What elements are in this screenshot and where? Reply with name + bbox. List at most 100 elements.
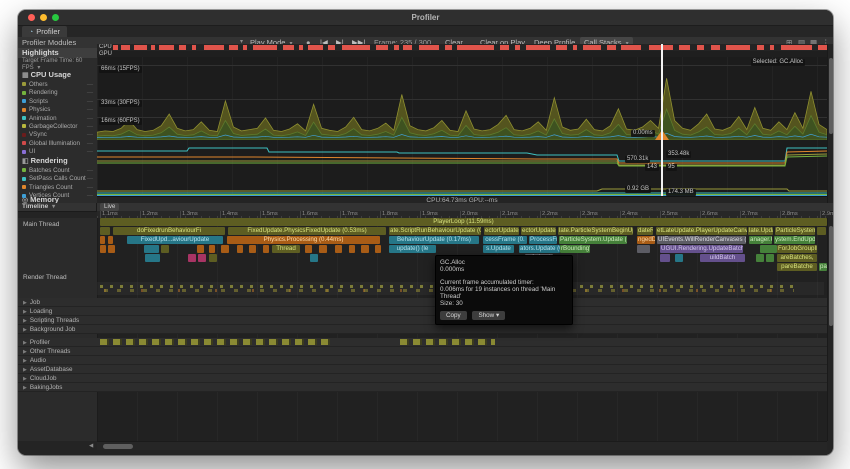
thread-group-background-job[interactable]: ▶Background Job (18, 325, 827, 334)
highlight-segment[interactable] (573, 45, 577, 50)
timeline-sample-ugui-rendering-updatebatches-0-21ms[interactable]: UGUI.Rendering.UpdateBatches (0.21ms) (660, 245, 743, 253)
timeline-hscrollbar[interactable]: ◀ (97, 441, 827, 450)
highlight-segment[interactable] (328, 45, 335, 50)
highlight-segment[interactable] (770, 45, 774, 50)
legend-item-ui[interactable]: UI— (22, 148, 95, 156)
timeline-sample[interactable] (766, 254, 774, 262)
highlight-segment[interactable] (299, 45, 303, 50)
timeline-sample-particlesystem-update-0-16ms[interactable]: ParticleSystem.Update (0.16ms) (559, 236, 627, 244)
highlight-segment[interactable] (394, 45, 399, 50)
timeline-sample-etlateupdate-playerupdatecanvases-0-22m[interactable]: etLateUpdate.PlayerUpdateCanvases (0.22m (656, 227, 747, 235)
timeline-sample-ystem-endupdateall[interactable]: ystem.EndUpdateAll (774, 236, 815, 244)
highlight-segment[interactable] (818, 45, 827, 50)
legend-item-batches-count[interactable]: Batches Count— (22, 167, 95, 175)
timeline-sample[interactable] (108, 236, 113, 244)
scroll-left-arrow[interactable]: ◀ (89, 442, 93, 450)
tab-profiler[interactable]: ◔Profiler (22, 26, 67, 37)
timeline-sample-parebatche[interactable]: pareBatche (777, 263, 817, 271)
legend-toggle[interactable]: — (87, 81, 93, 89)
timeline-sample[interactable] (675, 254, 683, 262)
timeline-sample[interactable] (249, 245, 256, 253)
profiler-modules-dropdown[interactable]: Profiler Modules▾ (22, 37, 76, 48)
timeline-sample-uildbatch[interactable]: uildBatch (700, 254, 745, 262)
timeline-sample[interactable] (660, 254, 670, 262)
highlight-segment[interactable] (583, 45, 601, 50)
cpu-usage-chart[interactable]: 66ms (15FPS) 33ms (30FPS) 16ms (60FPS) S… (97, 57, 827, 141)
highlight-segment[interactable] (283, 45, 294, 50)
legend-toggle[interactable]: — (87, 115, 93, 123)
highlight-segment[interactable] (159, 45, 174, 50)
timeline-scrollbar[interactable] (827, 218, 833, 441)
timeline-sample-rboundingvo[interactable]: rBoundingVo (560, 245, 590, 253)
legend-toggle[interactable]: — (87, 175, 93, 183)
timeline-sample-fixedupdate-physicsfixedupdate-0-53ms[interactable]: FixedUpdate.PhysicsFixedUpdate (0.53ms) (228, 227, 386, 235)
timeline-sample[interactable] (198, 254, 206, 262)
timeline-sample[interactable] (209, 254, 217, 262)
timeline-scrollbar-thumb[interactable] (829, 226, 833, 326)
timeline-sample[interactable] (100, 227, 110, 235)
highlight-segment[interactable] (697, 45, 704, 50)
timeline-sample-late-particlesystembeginupdate[interactable]: late.ParticleSystemBeginUpdate. (558, 227, 633, 235)
module-cpu-usage[interactable]: ▦CPU Usage (18, 70, 101, 79)
timeline-sample-behaviourupdate-0-17ms[interactable]: BehaviourUpdate (0.17ms) (389, 236, 479, 244)
legend-item-triangles-count[interactable]: Triangles Count— (22, 184, 95, 192)
copy-button[interactable]: Copy (440, 311, 467, 320)
legend-toggle[interactable]: — (87, 89, 93, 97)
timeline-sample[interactable] (319, 245, 327, 253)
highlight-segment[interactable] (308, 45, 323, 50)
timeline-sample[interactable] (221, 245, 229, 253)
timeline-sample-ectorupdateanim[interactable]: ectorUpdateAnim (521, 227, 556, 235)
timeline-sample[interactable] (209, 245, 215, 253)
thread-group-other-threads[interactable]: ▶Other Threads (18, 347, 827, 356)
timeline-sample[interactable] (361, 245, 369, 253)
legend-item-vertices-count[interactable]: Vertices Count— (22, 192, 95, 200)
timeline-sample[interactable] (108, 245, 115, 253)
highlight-segment[interactable] (179, 45, 186, 50)
timeline-sample-parallelfo[interactable]: parallelfo (819, 263, 827, 271)
legend-item-others[interactable]: Others— (22, 81, 95, 89)
legend-toggle[interactable]: — (87, 123, 93, 131)
timeline-sample-update-le[interactable]: update() (le (389, 245, 436, 253)
legend-item-animation[interactable]: Animation— (22, 115, 95, 123)
timeline-sample[interactable] (817, 227, 826, 235)
timeline-sample-thread[interactable]: Thread (272, 245, 300, 253)
highlight-segment[interactable] (134, 45, 147, 50)
highlight-segment[interactable] (229, 45, 238, 50)
highlight-segment[interactable] (757, 45, 764, 50)
highlight-segment[interactable] (607, 45, 616, 50)
legend-toggle[interactable]: — (87, 106, 93, 114)
timeline-sample-dofixedrunbehaviourfi[interactable]: doFixedrunBehaviourFi (113, 227, 225, 235)
legend-toggle[interactable]: — (87, 131, 93, 139)
timeline-sample-ate-scriptrunbehaviourupdate-0-1[interactable]: ate.ScriptRunBehaviourUpdate (0.1 (389, 227, 481, 235)
thread-group-assetdatabase[interactable]: ▶AssetDatabase (18, 365, 827, 374)
timeline-sample[interactable] (100, 236, 105, 244)
timeline-sample-arebatches[interactable]: areBatches, (777, 254, 817, 262)
highlight-segment[interactable] (445, 45, 452, 50)
highlight-segment[interactable] (457, 45, 494, 50)
thread-group-cloudjob[interactable]: ▶CloudJob (18, 374, 827, 383)
timeline-hscrollbar-thumb[interactable] (103, 444, 133, 449)
timeline-sample[interactable] (756, 254, 764, 262)
timeline-sample[interactable] (197, 245, 204, 253)
timeline-sample[interactable] (144, 245, 159, 253)
highlight-segment[interactable] (621, 45, 641, 50)
highlight-segment[interactable] (376, 45, 388, 50)
show-dropdown-button[interactable]: Show ▾ (472, 311, 505, 320)
module-rendering[interactable]: ◧Rendering (18, 156, 101, 165)
timeline-sample[interactable] (237, 245, 243, 253)
legend-toggle[interactable]: — (87, 98, 93, 106)
timeline-sample-late-updateaud[interactable]: late.UpdateAud (748, 227, 773, 235)
highlight-segment[interactable] (500, 45, 509, 50)
legend-item-scripts[interactable]: Scripts— (22, 98, 95, 106)
timeline-sample[interactable] (305, 245, 312, 253)
timeline-sample[interactable] (188, 254, 196, 262)
rendering-chart[interactable]: 570.31k 353.48k 143 95 (97, 140, 827, 169)
timeline-sample[interactable] (100, 245, 106, 253)
thread-group-loading[interactable]: ▶Loading (18, 307, 827, 316)
live-button[interactable]: Live (100, 203, 119, 211)
legend-item-rendering[interactable]: Rendering— (22, 89, 95, 97)
timeline-sample[interactable] (145, 254, 160, 262)
selected-frame-line[interactable] (661, 44, 663, 196)
highlight-segment[interactable] (556, 45, 567, 50)
timeline-sample-fixedupd-aviourupdate[interactable]: FixedUpd...aviourUpdate (127, 236, 223, 244)
